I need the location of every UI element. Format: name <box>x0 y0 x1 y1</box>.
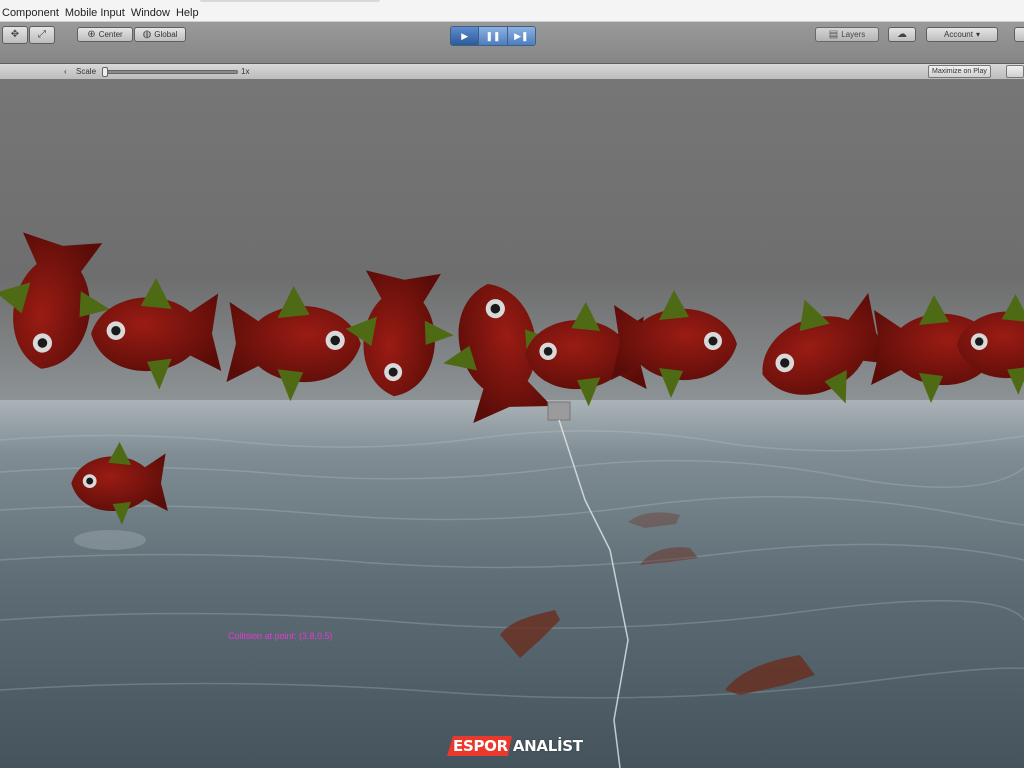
watermark-part-a: ESPOR <box>447 736 512 756</box>
play-button[interactable]: ▶ <box>451 27 480 45</box>
pivot-center-button[interactable]: ⊕ Center <box>77 27 133 42</box>
play-controls: ▶ ❚❚ ▶❚ <box>450 26 536 46</box>
scale-slider[interactable] <box>104 70 238 74</box>
fish-reflection <box>74 530 146 550</box>
space-label: Global <box>154 30 178 39</box>
global-space-icon: ◍ <box>142 28 152 40</box>
step-button[interactable]: ▶❚ <box>507 27 535 45</box>
scale-arrow-icon: ‹ <box>64 67 67 76</box>
layout-dropdown[interactable] <box>1014 27 1024 42</box>
play-icon: ▶ <box>461 30 469 41</box>
game-scene <box>0 80 1024 768</box>
cloud-button[interactable]: ☁ <box>888 27 916 42</box>
menu-bar: Component Mobile Input Window Help <box>0 0 1024 22</box>
game-view-bar: ‹ Scale 1x Maximize on Play <box>0 64 1024 80</box>
scale-slider-thumb[interactable] <box>102 67 108 77</box>
layers-label: Layers <box>841 30 866 39</box>
move-tool-icon: ✥ <box>10 29 20 40</box>
water-surface <box>0 400 1024 768</box>
pause-button[interactable]: ❚❚ <box>479 27 508 45</box>
watermark-part-b: ANALİST <box>512 737 583 755</box>
maximize-on-play-button[interactable]: Maximize on Play <box>928 65 991 78</box>
pause-icon: ❚❚ <box>485 30 501 41</box>
menu-item-help[interactable]: Help <box>176 7 199 19</box>
scale-value: 1x <box>241 67 250 76</box>
scale-tool-button[interactable]: ⤢ <box>29 26 55 44</box>
global-space-button[interactable]: ◍ Global <box>134 27 186 42</box>
game-viewport[interactable] <box>0 80 1024 768</box>
menu-item-mobile-input[interactable]: Mobile Input <box>65 7 125 19</box>
menu-item-component[interactable]: Component <box>2 7 59 19</box>
cloud-icon: ☁ <box>897 28 907 40</box>
bobber <box>547 401 571 421</box>
debug-collision-text: Collision at point: (3.8,0.5) <box>228 631 333 641</box>
move-tool-button[interactable]: ✥ <box>2 26 28 44</box>
step-icon: ▶❚ <box>514 30 529 41</box>
layers-dropdown[interactable]: ▤ Layers <box>815 27 879 42</box>
site-watermark-logo: ESPOR ANALİST <box>447 736 583 756</box>
account-dropdown[interactable]: Account ▾ <box>926 27 998 42</box>
window-title-strip <box>200 0 380 2</box>
pivot-label: Center <box>98 30 123 39</box>
account-label: Account <box>944 30 973 39</box>
scale-label: Scale <box>76 67 97 76</box>
menu-item-window[interactable]: Window <box>131 7 170 19</box>
chevron-down-icon: ▾ <box>975 30 980 39</box>
center-pivot-icon: ⊕ <box>87 28 96 40</box>
scale-tool-icon: ⤢ <box>38 29 46 40</box>
mute-audio-button[interactable] <box>1006 65 1024 78</box>
menu-items: Component Mobile Input Window Help <box>2 7 199 19</box>
layers-icon: ▤ <box>828 28 839 40</box>
